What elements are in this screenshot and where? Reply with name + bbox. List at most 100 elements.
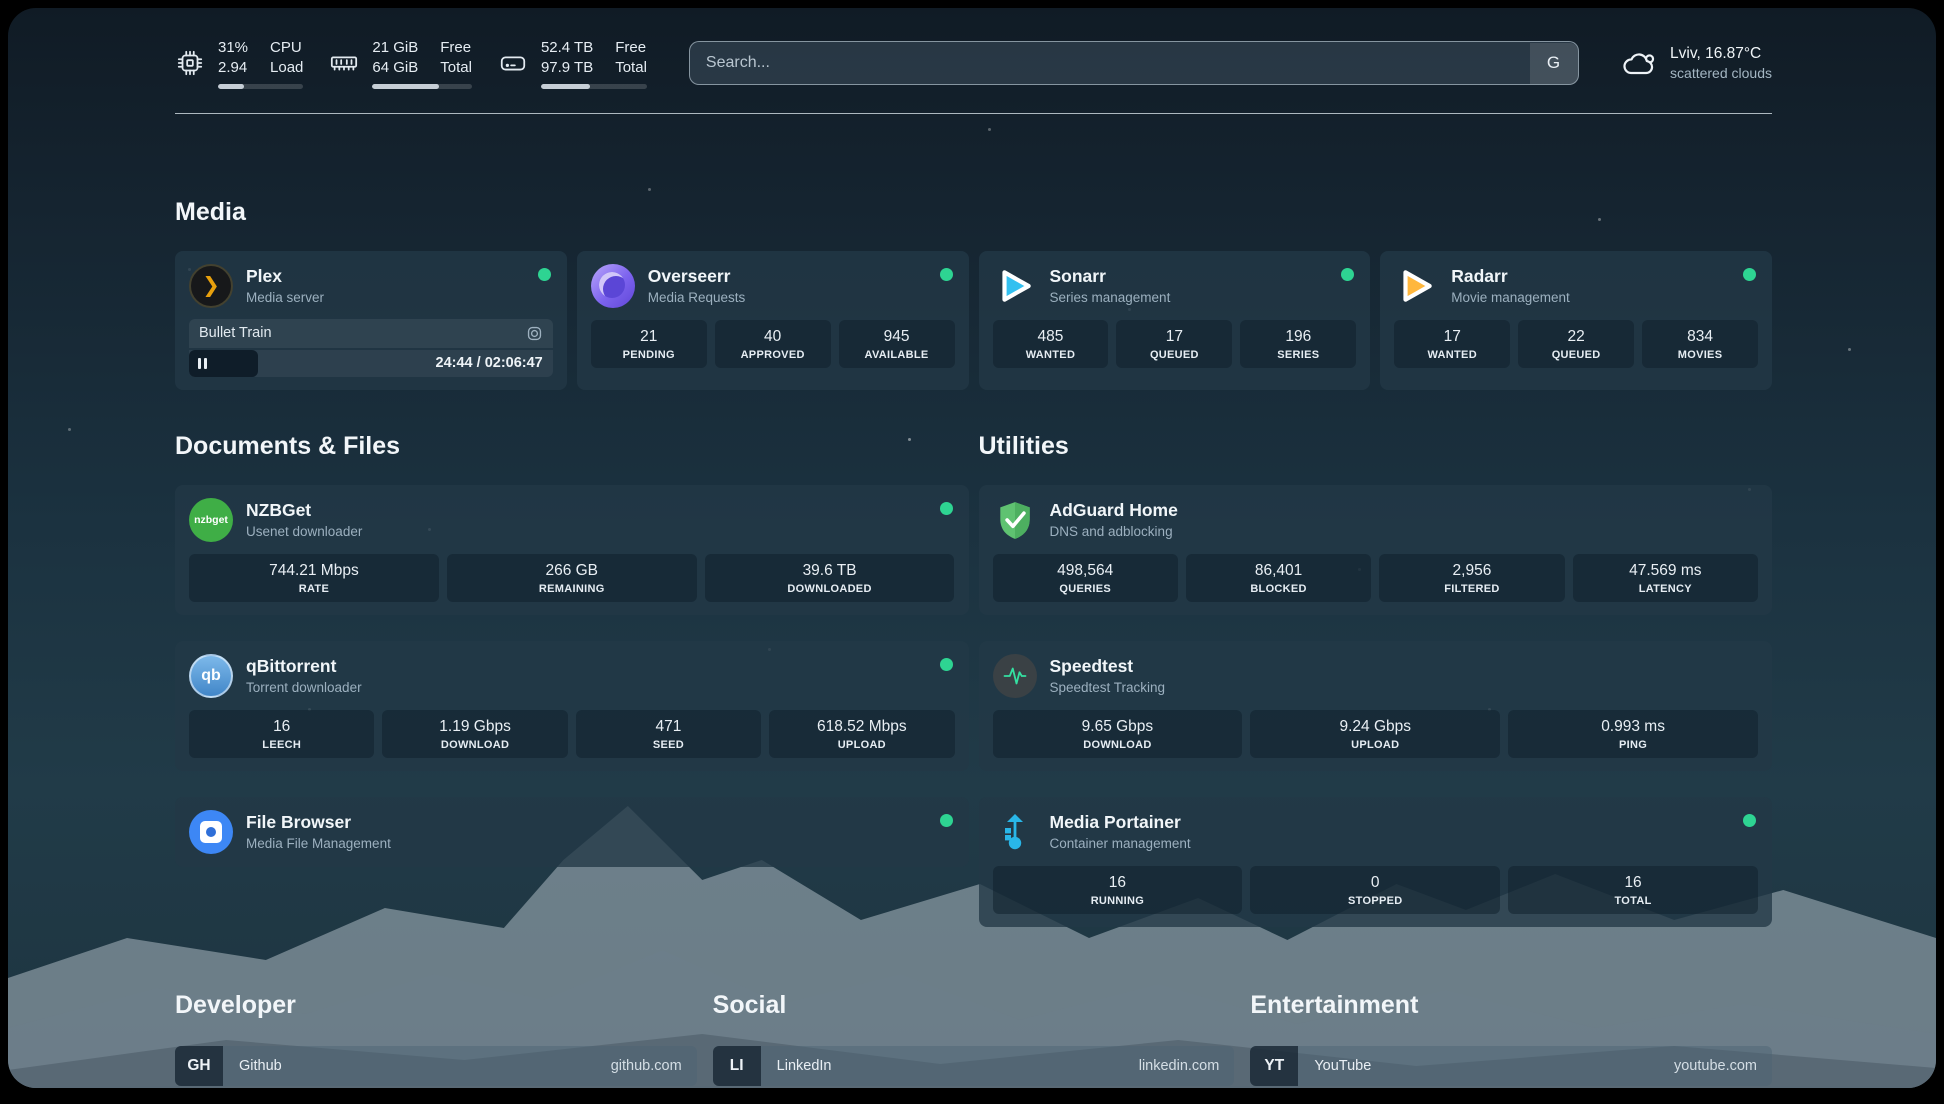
service-card-overseerr[interactable]: Overseerr Media Requests 21PENDING 40APP…	[577, 251, 969, 390]
search-bar: G	[689, 41, 1579, 85]
pause-icon[interactable]	[198, 358, 207, 369]
status-dot	[940, 658, 953, 671]
disk-widget: 52.4 TB 97.9 TB Free Total	[498, 38, 647, 89]
bookmark-link-youtube[interactable]: YT YouTube youtube.com	[1250, 1046, 1772, 1086]
section-title-media: Media	[175, 198, 1772, 227]
topbar-divider	[175, 113, 1772, 114]
service-subtitle: Usenet downloader	[246, 524, 362, 539]
section-title-social: Social	[713, 991, 1235, 1020]
service-title: Speedtest	[1050, 656, 1166, 676]
service-card-qbittorrent[interactable]: qb qBittorrent Torrent downloader 16LEEC…	[175, 641, 969, 771]
section-title-utilities: Utilities	[979, 432, 1773, 461]
sonarr-logo-icon	[993, 264, 1037, 308]
service-card-plex[interactable]: ❯ Plex Media server Bullet Train	[175, 251, 567, 390]
search-provider-button[interactable]: G	[1530, 43, 1578, 84]
utilities-column: Utilities	[979, 432, 1773, 927]
stat-block: 945AVAILABLE	[839, 320, 955, 368]
disk-icon	[498, 48, 528, 78]
service-subtitle: Torrent downloader	[246, 680, 362, 695]
service-subtitle: Media server	[246, 290, 324, 305]
stat-block: 17WANTED	[1394, 320, 1510, 368]
stat-block: 16TOTAL	[1508, 866, 1758, 914]
stat-block: 9.24 GbpsUPLOAD	[1250, 710, 1500, 758]
stat-block: 86,401BLOCKED	[1186, 554, 1371, 602]
stat-block: 485WANTED	[993, 320, 1109, 368]
service-card-adguard[interactable]: AdGuard Home DNS and adblocking 498,564Q…	[979, 485, 1773, 615]
status-dot	[940, 814, 953, 827]
status-dot	[940, 502, 953, 515]
playback-progress-bar[interactable]: 24:44 / 02:06:47	[189, 350, 553, 377]
stat-block: 471SEED	[576, 710, 761, 758]
memory-free-value: 21 GiB	[372, 38, 418, 58]
stat-block: 16LEECH	[189, 710, 374, 758]
playback-time: 24:44 / 02:06:47	[436, 355, 543, 371]
top-bar: 31% 2.94 CPU Load	[175, 38, 1772, 89]
disk-free-label: Free	[615, 38, 647, 58]
bookmark-name: LinkedIn	[761, 1046, 1139, 1086]
service-title: File Browser	[246, 812, 391, 832]
cpu-progress-bar	[218, 84, 303, 89]
service-card-radarr[interactable]: Radarr Movie management 17WANTED 22QUEUE…	[1380, 251, 1772, 390]
service-title: Media Portainer	[1050, 812, 1191, 832]
service-title: qBittorrent	[246, 656, 362, 676]
status-dot	[538, 268, 551, 281]
service-card-nzbget[interactable]: nzbget NZBGet Usenet downloader 744.21 M…	[175, 485, 969, 615]
cpu-usage-value: 31%	[218, 38, 248, 58]
stat-block: 1.19 GbpsDOWNLOAD	[382, 710, 567, 758]
bookmark-url: linkedin.com	[1139, 1046, 1235, 1086]
weather-location-temp: Lviv, 16.87°C	[1670, 45, 1772, 63]
radarr-logo-icon	[1394, 264, 1438, 308]
stat-block: 0STOPPED	[1250, 866, 1500, 914]
service-card-speedtest[interactable]: Speedtest Speedtest Tracking 9.65 GbpsDO…	[979, 641, 1773, 771]
bookmark-name: Github	[223, 1046, 611, 1086]
cloud-icon	[1621, 47, 1657, 79]
status-dot	[1341, 268, 1354, 281]
weather-condition: scattered clouds	[1670, 65, 1772, 81]
stat-block: 744.21 MbpsRATE	[189, 554, 439, 602]
service-title: Radarr	[1451, 266, 1570, 286]
filebrowser-logo-icon	[189, 810, 233, 854]
bookmark-group-developer: Developer GH Github github.com SO StackO…	[175, 991, 697, 1089]
status-dot	[1743, 268, 1756, 281]
bookmark-link-github[interactable]: GH Github github.com	[175, 1046, 697, 1086]
memory-progress-bar	[372, 84, 472, 89]
stat-block: 266 GBREMAINING	[447, 554, 697, 602]
memory-free-label: Free	[440, 38, 472, 58]
dashboard-window: 31% 2.94 CPU Load	[8, 8, 1936, 1088]
service-card-filebrowser[interactable]: File Browser Media File Management	[175, 797, 969, 867]
search-input[interactable]	[689, 41, 1579, 85]
service-title: Plex	[246, 266, 324, 286]
bookmark-abbr: YT	[1250, 1046, 1298, 1086]
now-playing-widget: Bullet Train 24:44 / 02:06:47	[189, 319, 553, 377]
speedtest-logo-icon	[993, 654, 1037, 698]
stat-block: 40APPROVED	[715, 320, 831, 368]
memory-widget: 21 GiB 64 GiB Free Total	[329, 38, 472, 89]
bookmark-abbr: GH	[175, 1046, 223, 1086]
disk-free-value: 52.4 TB	[541, 38, 593, 58]
bookmark-link-linkedin[interactable]: LI LinkedIn linkedin.com	[713, 1046, 1235, 1086]
adguard-logo-icon	[993, 498, 1037, 542]
stat-block: 39.6 TBDOWNLOADED	[705, 554, 955, 602]
plex-logo-icon: ❯	[189, 264, 233, 308]
qbittorrent-logo-icon: qb	[189, 654, 233, 698]
portainer-logo-icon	[993, 810, 1037, 854]
status-dot	[940, 268, 953, 281]
stat-block: 21PENDING	[591, 320, 707, 368]
bookmark-abbr: LI	[713, 1046, 761, 1086]
service-subtitle: Speedtest Tracking	[1050, 680, 1166, 695]
disk-total-label: Total	[615, 58, 647, 78]
disk-progress-bar	[541, 84, 647, 89]
service-subtitle: Container management	[1050, 836, 1191, 851]
service-title: AdGuard Home	[1050, 500, 1178, 520]
stat-block: 16RUNNING	[993, 866, 1243, 914]
bookmarks-grid: Developer GH Github github.com SO StackO…	[175, 991, 1772, 1089]
overseerr-logo-icon	[591, 264, 635, 308]
stat-block: 22QUEUED	[1518, 320, 1634, 368]
stat-block: 47.569 msLATENCY	[1573, 554, 1758, 602]
stat-block: 618.52 MbpsUPLOAD	[769, 710, 954, 758]
service-card-sonarr[interactable]: Sonarr Series management 485WANTED 17QUE…	[979, 251, 1371, 390]
service-card-portainer[interactable]: Media Portainer Container management 16R…	[979, 797, 1773, 927]
service-subtitle: Media Requests	[648, 290, 746, 305]
cpu-icon	[175, 48, 205, 78]
cpu-load-value: 2.94	[218, 58, 248, 78]
